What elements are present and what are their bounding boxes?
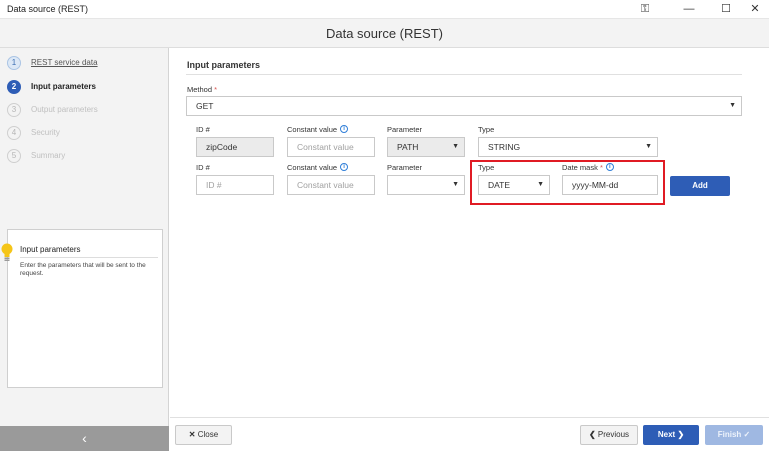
- chevron-right-icon: ❯: [677, 430, 685, 439]
- parameter-select[interactable]: ▼: [387, 175, 465, 195]
- chevron-down-icon: ▼: [645, 143, 652, 150]
- chevron-down-icon: ▼: [729, 102, 736, 109]
- window-title: Data source (REST): [7, 4, 89, 14]
- method-value: GET: [196, 101, 214, 111]
- step-label: Security: [31, 128, 60, 137]
- constant-value-placeholder: Constant value: [297, 142, 354, 152]
- constant-value-placeholder: Constant value: [297, 180, 354, 190]
- help-divider: [20, 257, 158, 258]
- id-label: ID #: [196, 163, 210, 172]
- step-number: 2: [7, 80, 21, 94]
- info-icon[interactable]: i: [340, 125, 349, 133]
- previous-label: Previous: [597, 430, 630, 439]
- type-value: STRING: [488, 142, 521, 152]
- info-icon[interactable]: i: [340, 163, 349, 171]
- step-label: Summary: [31, 151, 66, 160]
- chevron-down-icon: ▼: [452, 143, 459, 150]
- lightbulb-icon: [1, 243, 13, 261]
- constant-value-label-text: Constant value: [287, 163, 338, 172]
- close-window-button[interactable]: ✕: [747, 2, 763, 16]
- close-label: Close: [197, 430, 219, 439]
- constant-value-label-text: Constant value: [287, 125, 338, 134]
- wizard-sidebar: 1 REST service data 2 Input parameters 3…: [0, 48, 169, 426]
- step-label: REST service data: [31, 58, 98, 67]
- constant-value-field[interactable]: Constant value: [287, 137, 375, 157]
- finish-button: Finish ✓: [705, 425, 763, 445]
- check-icon: ✓: [743, 430, 751, 439]
- help-title: Input parameters: [20, 245, 81, 254]
- constant-value-field[interactable]: Constant value: [287, 175, 375, 195]
- required-mark: *: [214, 85, 218, 94]
- id-label: ID #: [196, 125, 210, 134]
- section-title: Input parameters: [187, 60, 261, 70]
- section-divider: [186, 74, 742, 75]
- add-button[interactable]: Add: [670, 176, 730, 196]
- parameter-select[interactable]: PATH ▼: [387, 137, 465, 157]
- step-number: 5: [7, 149, 21, 163]
- id-field[interactable]: ID #: [196, 175, 274, 195]
- next-button[interactable]: Next ❯: [643, 425, 699, 445]
- chevron-left-icon: ❮: [588, 430, 596, 439]
- constant-value-label: Constant value i: [287, 125, 349, 134]
- id-field[interactable]: zipCode: [196, 137, 274, 157]
- step-label: Input parameters: [31, 82, 96, 91]
- type-select[interactable]: STRING ▼: [478, 137, 658, 157]
- wizard-header: Data source (REST): [0, 19, 769, 48]
- maximize-button[interactable]: ☐: [718, 2, 734, 16]
- chevron-down-icon: ▼: [452, 181, 459, 188]
- wizard-title: Data source (REST): [325, 26, 444, 41]
- minimize-button[interactable]: —: [681, 2, 697, 16]
- parameter-value: PATH: [397, 142, 419, 152]
- step-number: 4: [7, 126, 21, 140]
- main-panel: Input parameters Method * GET ▼ ID # zip…: [170, 48, 769, 426]
- collapse-sidebar-button[interactable]: ‹: [0, 426, 169, 451]
- close-icon: ✕: [188, 430, 196, 439]
- finish-label: Finish: [717, 430, 742, 439]
- step-label: Output parameters: [31, 105, 98, 114]
- help-panel: Input parameters Enter the parameters th…: [7, 229, 163, 388]
- next-label: Next: [657, 430, 676, 439]
- method-label: Method *: [187, 85, 217, 94]
- close-button[interactable]: ✕ Close: [175, 425, 232, 445]
- method-label-text: Method: [187, 85, 213, 94]
- id-value: zipCode: [206, 142, 238, 152]
- step-number: 3: [7, 103, 21, 117]
- id-placeholder: ID #: [206, 180, 222, 190]
- type-label: Type: [478, 125, 495, 134]
- key-icon[interactable]: ⚿: [637, 2, 653, 16]
- step-number: 1: [7, 56, 21, 70]
- help-text: Enter the parameters that will be sent t…: [20, 262, 146, 277]
- parameter-label: Parameter: [387, 125, 423, 134]
- highlight-box: [470, 160, 665, 205]
- constant-value-label: Constant value i: [287, 163, 349, 172]
- window-titlebar: Data source (REST) ⚿ — ☐ ✕: [0, 0, 769, 19]
- wizard-footer: ✕ Close ❮ Previous Next ❯ Finish ✓: [170, 417, 769, 451]
- parameter-label: Parameter: [387, 163, 423, 172]
- method-select[interactable]: GET ▼: [186, 96, 742, 116]
- previous-button[interactable]: ❮ Previous: [580, 425, 638, 445]
